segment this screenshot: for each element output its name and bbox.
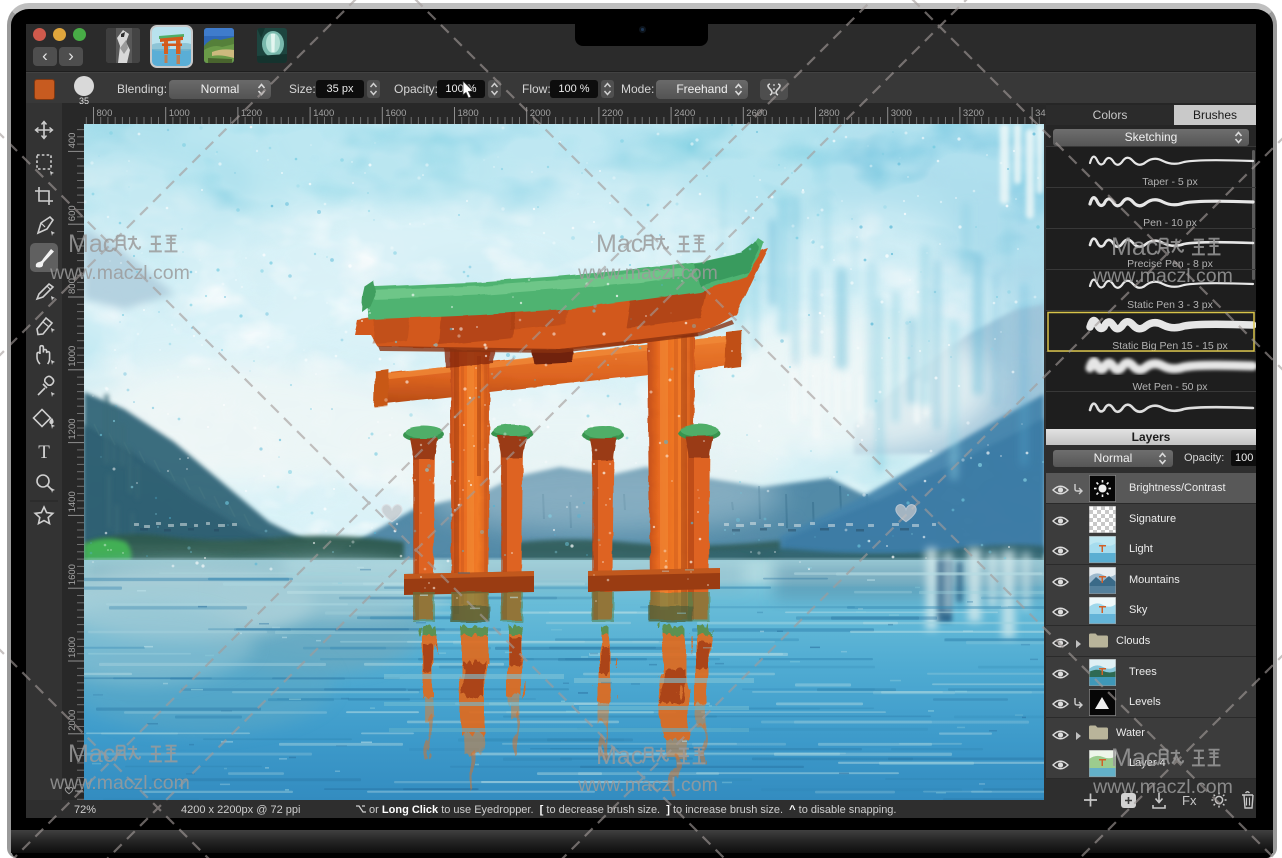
svg-text:3000: 3000 [891, 108, 912, 119]
svg-text:Pen - 10 px: Pen - 10 px [1143, 217, 1197, 229]
svg-text:Precise Pen - 8 px: Precise Pen - 8 px [1127, 258, 1214, 270]
svg-text:1000: 1000 [67, 346, 78, 367]
svg-text:1000: 1000 [169, 108, 190, 119]
svg-text:T: T [38, 442, 50, 463]
svg-text:2200: 2200 [602, 108, 623, 119]
svg-text:1600: 1600 [385, 108, 406, 119]
svg-text:Taper - 5 px: Taper - 5 px [1142, 176, 1198, 188]
svg-text:Fx: Fx [1182, 793, 1197, 808]
svg-text:1200: 1200 [241, 108, 262, 119]
svg-text:2600: 2600 [746, 108, 767, 119]
svg-text:800: 800 [67, 278, 78, 294]
svg-text:3200: 3200 [963, 108, 984, 119]
svg-text:1600: 1600 [67, 564, 78, 585]
svg-text:3400: 3400 [1035, 108, 1046, 119]
svg-text:2000: 2000 [530, 108, 551, 119]
svg-text:1400: 1400 [67, 491, 78, 512]
svg-text:1400: 1400 [313, 108, 334, 119]
svg-text:Static Pen 3 - 3 px: Static Pen 3 - 3 px [1127, 299, 1214, 311]
svg-text:800: 800 [97, 108, 113, 119]
svg-text:1200: 1200 [67, 418, 78, 439]
svg-text:2000: 2000 [67, 710, 78, 731]
svg-text:1800: 1800 [67, 637, 78, 658]
svg-text:600: 600 [67, 205, 78, 221]
svg-text:400: 400 [67, 133, 78, 149]
svg-text:2800: 2800 [819, 108, 840, 119]
svg-text:1800: 1800 [458, 108, 479, 119]
svg-text:Static Big Pen 15 - 15 px: Static Big Pen 15 - 15 px [1112, 340, 1228, 352]
svg-text:2400: 2400 [674, 108, 695, 119]
